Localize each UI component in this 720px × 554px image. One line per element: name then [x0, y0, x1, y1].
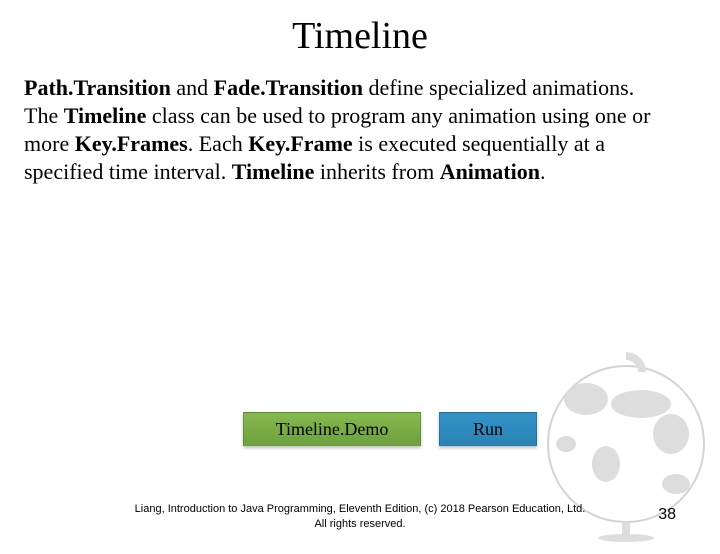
- term-timeline-2: Timeline: [232, 159, 315, 184]
- term-pathtransition: Path.Transition: [24, 75, 171, 100]
- run-button[interactable]: Run: [439, 412, 537, 446]
- term-keyframe: Key.Frame: [248, 131, 352, 156]
- body-paragraph: Path.Transition and Fade.Transition defi…: [0, 74, 690, 187]
- term-animation: Animation: [440, 159, 540, 184]
- term-keyframes: Key.Frames: [75, 131, 188, 156]
- button-row: Timeline.Demo Run: [60, 412, 720, 446]
- page-number: 38: [658, 506, 676, 524]
- timeline-demo-button[interactable]: Timeline.Demo: [243, 412, 421, 446]
- slide-title: Timeline: [0, 14, 720, 58]
- term-timeline: Timeline: [64, 103, 147, 128]
- footer-copyright: Liang, Introduction to Java Programming,…: [0, 502, 720, 532]
- term-fadetransition: Fade.Transition: [214, 75, 363, 100]
- footer-line-1: Liang, Introduction to Java Programming,…: [0, 502, 720, 517]
- footer-line-2: All rights reserved.: [0, 517, 720, 532]
